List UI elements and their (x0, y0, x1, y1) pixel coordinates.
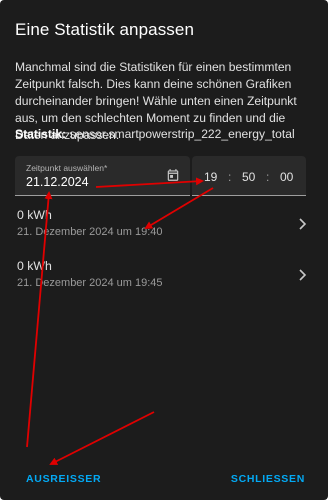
time-picker-field: 19 : 50 : 00 (192, 156, 306, 196)
statistic-entry-row[interactable]: 0 kWh 21. Dezember 2024 um 19:45 (0, 259, 328, 303)
time-separator: : (228, 170, 232, 184)
entry-timestamp: 21. Dezember 2024 um 19:40 (17, 226, 163, 238)
date-picker-field[interactable]: Zeitpunkt auswählen* 21.12.2024 (15, 156, 190, 196)
statistic-entry-row[interactable]: 0 kWh 21. Dezember 2024 um 19:40 (0, 208, 328, 252)
dialog-title: Eine Statistik anpassen (15, 20, 195, 39)
close-button[interactable]: SCHLIESSEN (231, 473, 305, 485)
time-separator: : (266, 170, 270, 184)
date-picker-value: 21.12.2024 (26, 175, 89, 189)
statistic-id: sensor.smartpowerstrip_222_energy_total (69, 127, 295, 141)
calendar-icon[interactable] (166, 168, 180, 182)
entry-value: 0 kWh (17, 208, 52, 222)
adjust-statistic-dialog: Eine Statistik anpassen Manchmal sind di… (0, 0, 328, 500)
entry-value: 0 kWh (17, 259, 52, 273)
time-hours-input[interactable]: 19 (204, 170, 217, 184)
outlier-button[interactable]: AUSREISSER (26, 473, 101, 485)
entry-timestamp: 21. Dezember 2024 um 19:45 (17, 277, 163, 289)
chevron-right-icon (299, 269, 307, 281)
chevron-right-icon (299, 218, 307, 230)
time-minutes-input[interactable]: 50 (242, 170, 255, 184)
date-picker-label: Zeitpunkt auswählen* (26, 163, 108, 173)
statistic-line: Statistik: sensor.smartpowerstrip_222_en… (15, 127, 295, 141)
statistic-label: Statistik: (15, 127, 67, 141)
time-seconds-input[interactable]: 00 (280, 170, 293, 184)
